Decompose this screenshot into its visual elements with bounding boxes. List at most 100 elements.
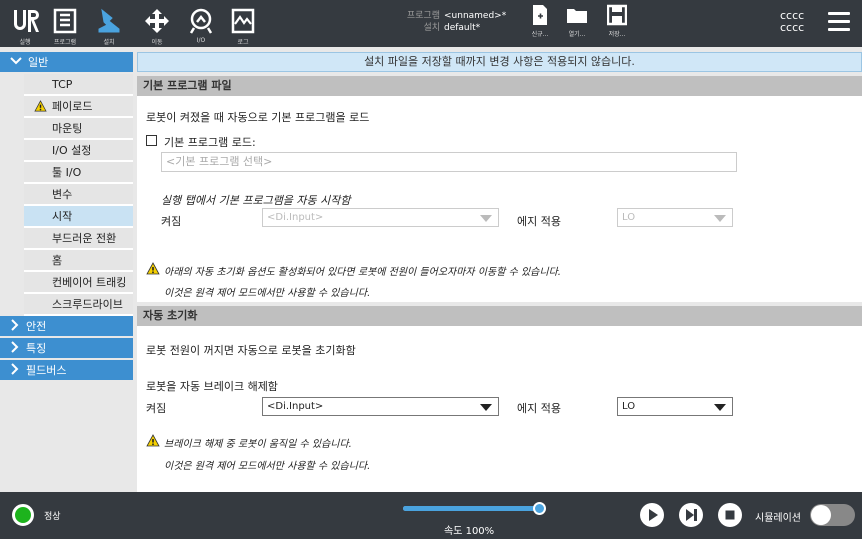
- warning-icon: [34, 100, 47, 112]
- sidebar-item-smooth-transition[interactable]: 부드러운 전환: [24, 228, 133, 250]
- save-file-button[interactable]: 저장...: [603, 4, 631, 38]
- brake-edge-value: LO: [622, 401, 636, 412]
- unsaved-changes-banner: 설치 파일을 저장할 때까지 변경 사항은 적용되지 않습니다.: [137, 52, 862, 72]
- sidebar-section-fieldbus[interactable]: 필드버스: [0, 360, 133, 380]
- default-program-field[interactable]: <기본 프로그램 선택>: [161, 152, 737, 172]
- main-panel: 설치 파일을 저장할 때까지 변경 사항은 적용되지 않습니다. 기본 프로그램…: [137, 52, 862, 492]
- open-file-label: 열기...: [568, 31, 586, 38]
- warning-2-line-1: 브레이크 해제 중 로봇이 움직일 수 있습니다.: [164, 439, 352, 450]
- nav-log-label: 로그: [237, 39, 249, 46]
- sidebar-section-general[interactable]: 일반: [0, 52, 133, 72]
- dropdown-arrow-icon: [480, 215, 492, 222]
- move-icon: [145, 9, 169, 33]
- speed-slider[interactable]: [403, 502, 546, 515]
- top-bar: 실행 프로그램 설치 이동 I/O 로그 프로그램 <unnamed>* 설치 …: [0, 0, 862, 47]
- robot-status-label: 정상: [44, 512, 61, 522]
- installation-name: default*: [444, 23, 481, 33]
- bottom-bar: 정상 속도 100% 시뮬레이션: [0, 492, 862, 539]
- hamburger-menu-icon[interactable]: [828, 12, 850, 32]
- new-file-button[interactable]: 신규...: [526, 4, 554, 38]
- sidebar-item-home[interactable]: 홈: [24, 250, 133, 272]
- sidebar-item-label: 시작: [52, 210, 73, 223]
- new-file-icon: [533, 5, 547, 25]
- sidebar-section-features-label: 특징: [26, 342, 47, 355]
- sidebar-item-label: I/O 설정: [52, 144, 92, 157]
- sidebar-item-payload[interactable]: 페이로드: [24, 96, 133, 118]
- sidebar-item-screwdriving[interactable]: 스크루드라이브: [24, 294, 133, 316]
- sidebar-item-mounting[interactable]: 마운팅: [24, 118, 133, 140]
- robot-status-indicator[interactable]: [12, 504, 34, 526]
- sidebar-section-fieldbus-label: 필드버스: [26, 364, 67, 377]
- nav-move-label: 이동: [151, 39, 163, 46]
- save-icon: [606, 4, 628, 26]
- sidebar-item-variables[interactable]: 변수: [24, 184, 133, 206]
- play-button[interactable]: [640, 503, 664, 527]
- sidebar-section-safety[interactable]: 안전: [0, 316, 133, 336]
- stop-button[interactable]: [718, 503, 742, 527]
- program-info: 프로그램 <unnamed>* 설치 default*: [400, 10, 510, 34]
- brake-release-text: 로봇을 자동 브레이크 해제함: [146, 380, 278, 393]
- nav-log-button[interactable]: 로그: [226, 0, 260, 47]
- dropdown-arrow-icon: [714, 215, 726, 222]
- auto-init-section-title: 자동 초기화: [137, 306, 862, 326]
- start-input-select[interactable]: <Di.Input>: [262, 208, 499, 227]
- nav-program-button[interactable]: 프로그램: [48, 0, 82, 47]
- warning-2-line-2: 이것은 원격 제어 모드에서만 사용할 수 있습니다.: [164, 461, 371, 472]
- simulation-label: 시뮬레이션: [755, 513, 801, 524]
- nav-move-button[interactable]: 이동: [140, 0, 174, 47]
- simulation-toggle[interactable]: [810, 504, 855, 526]
- speed-slider-handle[interactable]: [533, 502, 546, 515]
- nav-io-label: I/O: [196, 37, 206, 44]
- brake-edge-select[interactable]: LO: [617, 397, 733, 416]
- edge-label-1: 에지 적용: [517, 215, 561, 228]
- sidebar-item-io-setup[interactable]: I/O 설정: [24, 140, 133, 162]
- sidebar-item-label: 스크루드라이브: [52, 298, 123, 311]
- sidebar-item-label: 툴 I/O: [52, 166, 82, 179]
- on-label-1: 켜짐: [161, 215, 182, 228]
- sidebar-section-features[interactable]: 특징: [0, 338, 133, 358]
- chevron-right-icon: [10, 318, 20, 334]
- start-edge-select[interactable]: LO: [617, 208, 733, 227]
- nav-installation-button[interactable]: 설치: [90, 0, 128, 47]
- program-key: 프로그램: [406, 11, 440, 21]
- brake-input-value: <Di.Input>: [267, 401, 324, 412]
- step-button[interactable]: [679, 503, 703, 527]
- user-info: cccc cccc: [780, 10, 804, 34]
- chevron-right-icon: [10, 340, 20, 356]
- sidebar-item-label: 부드러운 전환: [52, 232, 117, 245]
- open-file-button[interactable]: 열기...: [563, 4, 591, 38]
- load-default-program-checkbox[interactable]: [146, 135, 157, 146]
- warning-1-line-1: 아래의 자동 초기화 옵션도 활성화되어 있다면 로봇에 전원이 들어오자마자 …: [164, 267, 561, 278]
- on-label-2: 켜짐: [146, 402, 167, 415]
- nav-run-label: 실행: [19, 39, 31, 46]
- new-file-label: 신규...: [531, 31, 549, 38]
- installation-icon: [98, 8, 120, 33]
- brake-input-select[interactable]: <Di.Input>: [262, 397, 499, 416]
- dropdown-arrow-icon: [714, 404, 726, 411]
- sidebar-item-label: 컨베이어 트래킹: [52, 276, 127, 289]
- warning-icon: [146, 262, 160, 275]
- user-line-2: cccc: [780, 21, 805, 34]
- auto-load-text: 로봇이 켜졌을 때 자동으로 기본 프로그램을 로드: [146, 111, 370, 124]
- log-icon: [231, 8, 255, 34]
- start-edge-value: LO: [622, 212, 636, 223]
- warning-icon: [146, 434, 160, 447]
- sidebar-item-label: TCP: [52, 77, 73, 91]
- sidebar-item-tcp[interactable]: TCP: [24, 74, 133, 96]
- nav-installation-label: 설치: [103, 39, 115, 46]
- save-file-label: 저장...: [608, 31, 626, 38]
- sidebar-item-conveyor-tracking[interactable]: 컨베이어 트래킹: [24, 272, 133, 294]
- sidebar-item-tool-io[interactable]: 툴 I/O: [24, 162, 133, 184]
- step-icon: [686, 509, 697, 521]
- sidebar-item-label: 홈: [52, 254, 63, 267]
- nav-io-button[interactable]: I/O: [184, 0, 218, 47]
- open-folder-icon: [567, 9, 587, 23]
- sidebar-section-general-label: 일반: [28, 56, 49, 69]
- dropdown-arrow-icon: [480, 404, 492, 411]
- play-icon: [649, 509, 658, 521]
- sidebar-item-startup[interactable]: 시작: [24, 206, 133, 228]
- auto-init-text: 로봇 전원이 꺼지면 자동으로 로봇을 초기화함: [146, 344, 356, 357]
- ur-logo-icon: [14, 10, 39, 32]
- nav-program-label: 프로그램: [53, 39, 77, 46]
- nav-run-button[interactable]: 실행: [8, 0, 42, 47]
